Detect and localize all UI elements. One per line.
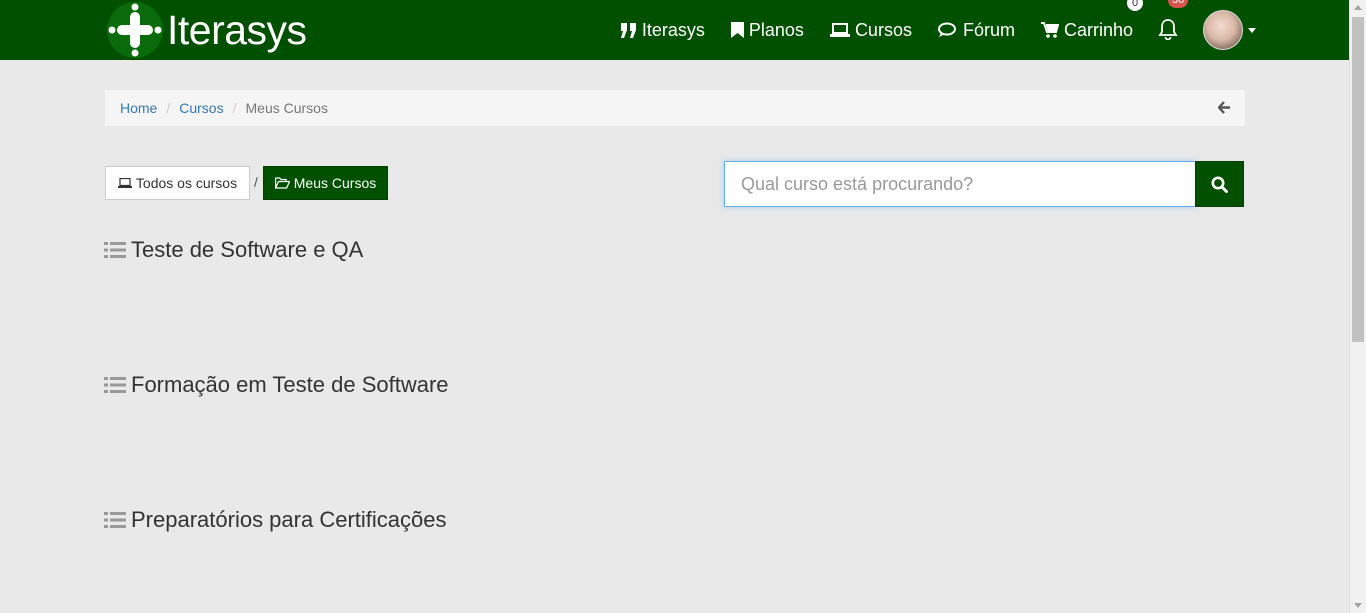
breadcrumb-separator: / (232, 100, 237, 116)
logo-mark-icon (107, 2, 163, 58)
category-heading: Teste de Software e QA (104, 237, 363, 263)
bookmark-icon (730, 22, 744, 38)
scroll-up-icon[interactable] (1354, 5, 1362, 10)
cart-count-badge: 0 (1127, 0, 1143, 11)
filter-separator: / (254, 174, 258, 190)
nav-label-planos: Planos (748, 19, 804, 40)
page-scrollbar[interactable] (1349, 0, 1366, 613)
notifications-button[interactable]: 36 (1157, 0, 1189, 42)
breadcrumb-home[interactable]: Home (120, 100, 157, 116)
breadcrumb-current: Meus Cursos (245, 100, 328, 116)
nav-item-carrinho[interactable]: Carrinho 0 (1040, 0, 1143, 41)
my-courses-button[interactable]: Meus Cursos (263, 166, 388, 200)
brand-name: Iterasys (167, 7, 307, 53)
brand-logo[interactable]: Iterasys (107, 2, 307, 58)
nav-label-iterasys: Iterasys (641, 19, 705, 40)
category-heading: Preparatórios para Certificações (104, 507, 446, 533)
category-heading: Formação em Teste de Software (104, 372, 449, 398)
list-icon (104, 377, 126, 393)
list-icon (104, 242, 126, 258)
laptop-icon (829, 23, 850, 37)
category-title: Teste de Software e QA (131, 237, 364, 262)
breadcrumb-cursos[interactable]: Cursos (179, 100, 223, 116)
arrow-left-icon[interactable] (1217, 101, 1231, 117)
category-title: Formação em Teste de Software (131, 372, 449, 397)
quote-icon (620, 22, 636, 38)
all-courses-button[interactable]: Todos os cursos (105, 166, 250, 200)
search-icon (1211, 176, 1228, 193)
scroll-thumb[interactable] (1352, 17, 1364, 342)
breadcrumb: Home / Cursos / Meus Cursos (105, 90, 1245, 126)
category-title: Preparatórios para Certificações (131, 507, 447, 532)
laptop-icon (117, 178, 132, 188)
breadcrumb-separator: / (166, 100, 171, 116)
scroll-down-icon[interactable] (1354, 603, 1362, 608)
bell-icon (1158, 19, 1178, 41)
search-button[interactable] (1195, 161, 1244, 207)
nav-item-forum[interactable]: Fórum (937, 19, 1015, 41)
avatar (1203, 10, 1243, 50)
nav-item-iterasys[interactable]: Iterasys (620, 20, 705, 41)
nav-links: Iterasys Planos Cursos Fórum Carrinho 0 … (620, 0, 1349, 60)
top-navbar: Iterasys Iterasys Planos Cursos Fórum Ca… (0, 0, 1349, 60)
nav-item-cursos[interactable]: Cursos (829, 19, 912, 41)
my-courses-label: Meus Cursos (293, 175, 377, 191)
caret-down-icon (1248, 27, 1256, 33)
course-search-input[interactable] (724, 161, 1196, 207)
nav-label-forum: Fórum (962, 19, 1015, 40)
notification-count-badge: 36 (1168, 0, 1189, 8)
nav-label-carrinho: Carrinho (1063, 19, 1133, 40)
all-courses-label: Todos os cursos (135, 175, 238, 191)
comments-icon (937, 22, 956, 37)
nav-label-cursos: Cursos (854, 19, 912, 40)
folder-open-icon (274, 177, 290, 189)
user-menu[interactable] (1203, 10, 1256, 50)
nav-item-planos[interactable]: Planos (730, 19, 804, 41)
cart-icon (1040, 22, 1059, 38)
list-icon (104, 512, 126, 528)
